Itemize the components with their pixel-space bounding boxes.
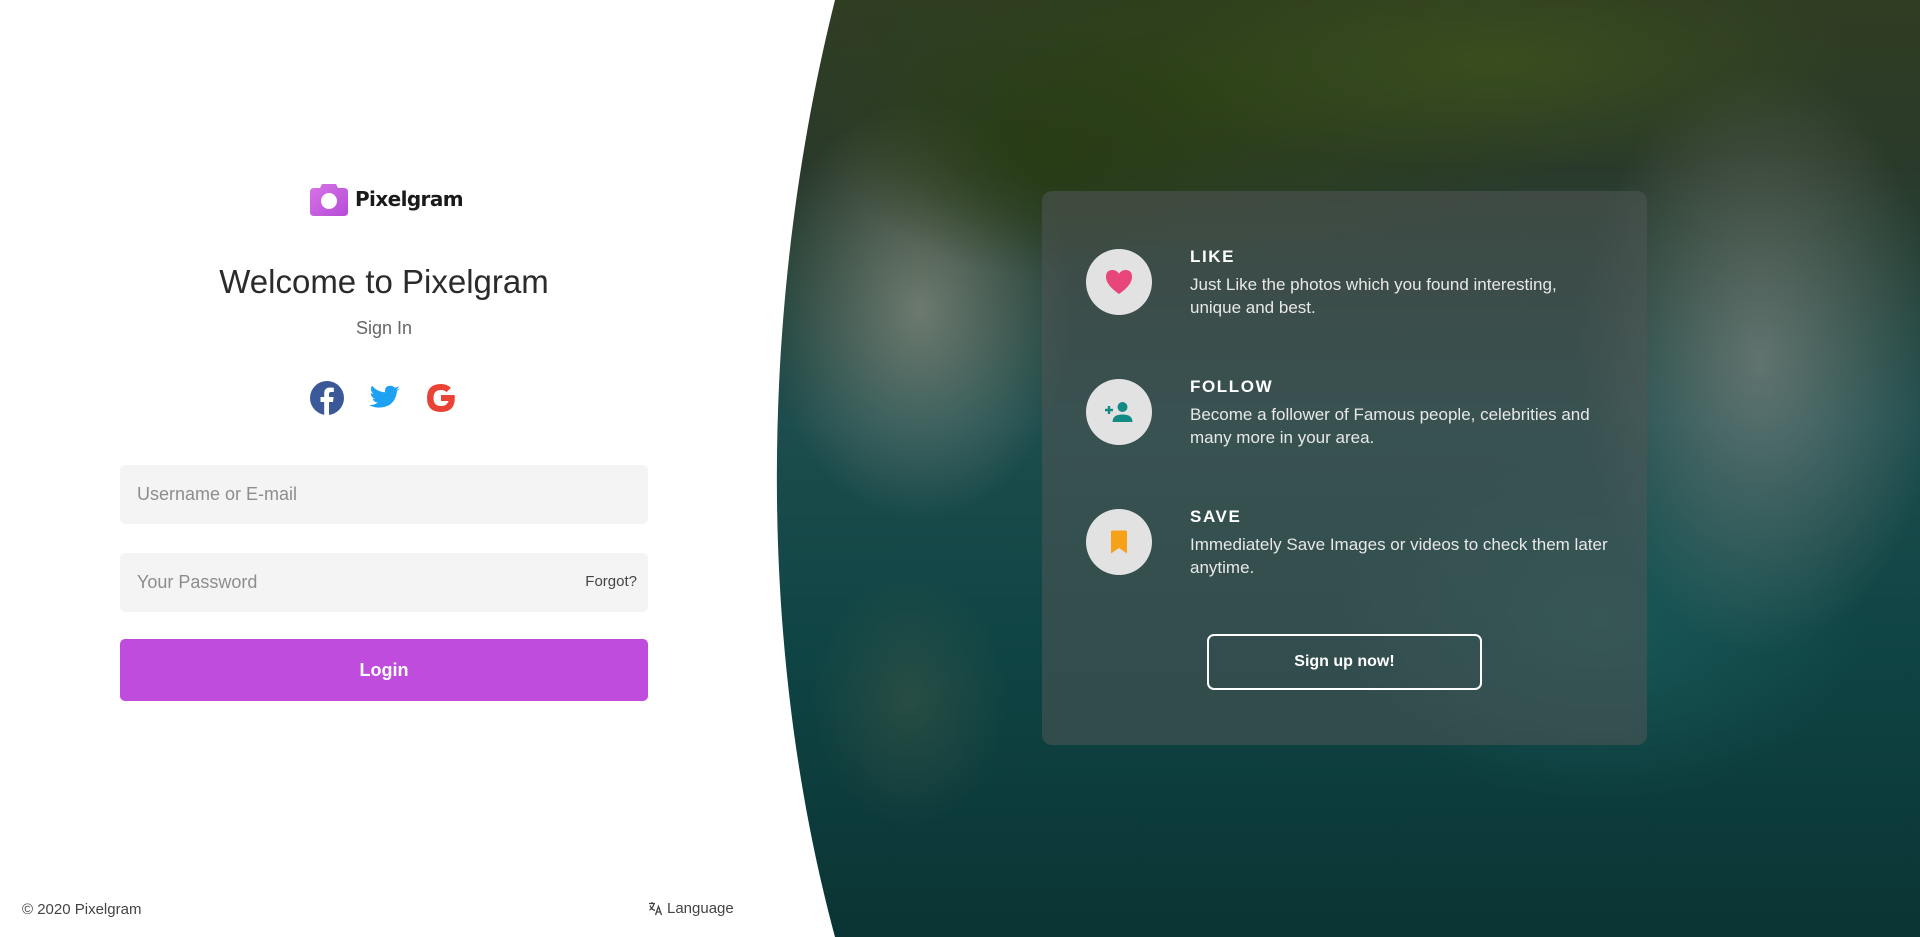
password-field[interactable]: Forgot? xyxy=(120,553,648,612)
password-input[interactable] xyxy=(120,572,648,593)
username-field[interactable] xyxy=(120,465,648,524)
login-button[interactable]: Login xyxy=(120,639,648,701)
feature-icon-circle xyxy=(1086,379,1152,445)
language-label: Language xyxy=(667,900,734,917)
feature-title: LIKE xyxy=(1190,247,1236,266)
login-panel: Pixelgram Welcome to Pixelgram Sign In F… xyxy=(0,0,768,937)
copyright-text: © 2020 Pixelgram xyxy=(22,901,142,918)
brand-logo: Pixelgram xyxy=(309,181,464,217)
forgot-password-link[interactable]: Forgot? xyxy=(585,573,637,590)
sign-in-subtitle: Sign In xyxy=(355,318,413,338)
feature-description: Immediately Save Images or videos to che… xyxy=(1190,535,1608,577)
welcome-heading: Welcome to Pixelgram xyxy=(219,263,549,300)
twitter-icon[interactable] xyxy=(366,380,402,416)
feature-description: Just Like the photos which you found int… xyxy=(1190,275,1557,317)
heart-icon xyxy=(1106,270,1132,294)
brand-name: Pixelgram xyxy=(355,187,464,211)
camera-icon xyxy=(310,184,348,216)
add-person-icon xyxy=(1105,402,1133,422)
username-input[interactable] xyxy=(120,484,648,505)
google-icon[interactable] xyxy=(423,380,459,416)
feature-description: Become a follower of Famous people, cele… xyxy=(1190,405,1590,447)
feature-title: SAVE xyxy=(1190,507,1242,526)
facebook-icon[interactable] xyxy=(309,380,345,416)
bookmark-icon xyxy=(1111,530,1127,554)
features-card: LIKE Just Like the photos which you foun… xyxy=(1042,191,1647,745)
feature-icon-circle xyxy=(1086,249,1152,315)
feature-title: FOLLOW xyxy=(1190,377,1274,396)
social-login-row xyxy=(309,380,459,416)
sign-up-button[interactable]: Sign up now! xyxy=(1207,634,1482,690)
translate-icon xyxy=(649,902,663,916)
feature-icon-circle xyxy=(1086,509,1152,575)
language-selector[interactable]: Language xyxy=(648,900,734,917)
